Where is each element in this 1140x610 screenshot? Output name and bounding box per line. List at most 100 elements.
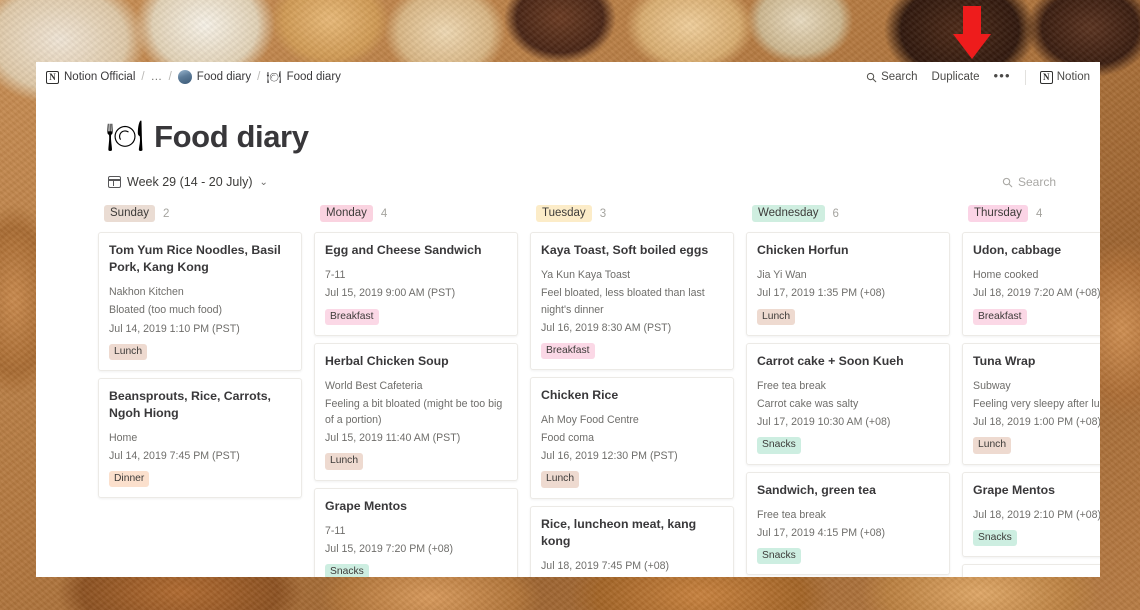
breadcrumb-separator-3: / [257,71,261,83]
board-card[interactable]: Chicken Rice Ah Moy Food Centre Food coma J… [530,377,734,499]
more-options-button[interactable]: ••• [993,69,1010,85]
card-detail-line: Jul 18, 2019 7:45 PM (+08) [541,559,670,572]
page-icon-fork-knife-plate-icon[interactable]: 🍽 [106,122,144,152]
column-title-badge: Monday [320,205,373,223]
card-meal-tag: Lunch [757,308,796,325]
board-search-button[interactable]: Search [1002,175,1056,189]
card-detail-line: Jia Yi Wan [757,269,807,282]
card-detail-line: Food coma [541,432,594,445]
board-column: Sunday 2 Tom Yum Rice Noodles, Basil Pork,… [98,205,314,505]
board-column: Monday 4 Egg and Cheese Sandwich 7-11 Jul 15… [314,205,530,577]
board-card[interactable]: Udon, cabbage Home cooked Jul 18, 2019 7:2… [962,232,1100,336]
breadcrumb-parent[interactable]: Food diary [177,70,252,84]
board-card[interactable]: Tom Yum Rice Noodles, Basil Pork, Kang K… [98,232,302,371]
card-detail-line: Jul 15, 2019 11:40 AM (PST) [325,432,461,445]
card-detail-line: Free tea break [757,508,826,521]
card-detail-line: Jul 16, 2019 8:30 AM (PST) [541,321,672,334]
board-card[interactable]: Tuna Wrap Subway Feeling very sleepy after… [962,342,1100,465]
breadcrumb-parent-label: Food diary [196,71,252,83]
search-button[interactable]: Search [866,71,918,83]
column-header[interactable]: Monday 4 [314,205,518,232]
card-detail-line: Jul 17, 2019 10:30 AM (+08) [757,416,891,429]
board-card[interactable]: Rice, luncheon meat, kang kong Jul 18, 20… [530,505,734,577]
card-detail-line: Jul 17, 2019 1:35 PM (+08) [757,287,886,300]
toolbar-divider [1024,69,1026,85]
chevron-down-icon: ⌄ [259,176,268,188]
breadcrumb: N Notion Official / … / Food diary / 🍽 F… [46,70,341,84]
card-detail-line: Jul 17, 2019 4:15 PM (+08) [757,526,886,539]
card-title: Kaya Toast, Soft boiled eggs [541,243,709,258]
board-search-placeholder: Search [1017,175,1056,189]
card-title: Herbal Chicken Soup [325,353,449,368]
board-card[interactable]: Beansprouts, Rice, Carrots, Ngoh Hiong Ho… [98,377,302,499]
kanban-board: Sunday 2 Tom Yum Rice Noodles, Basil Pork,… [36,205,1100,577]
card-meal-tag: Snacks [973,529,1017,546]
column-card-count: 4 [380,207,388,220]
card-title: Grape Mentos [325,498,407,513]
notion-logo-icon: N [1039,70,1053,84]
card-detail-line: Ah Moy Food Centre [541,414,639,427]
card-meal-tag: Snacks [757,437,801,454]
top-bar-actions: Search Duplicate ••• N Notion [866,69,1090,85]
card-detail-line: Free tea break [757,379,826,392]
board-card[interactable]: Grape Mentos Jul 18, 2019 2:10 PM (+08) Sn… [962,471,1100,557]
card-detail-line: Jul 15, 2019 9:00 AM (PST) [325,287,456,300]
card-meal-tag: Breakfast [973,308,1027,325]
card-detail-line: Jul 15, 2019 7:20 PM (+08) [325,542,454,555]
card-detail-line: Jul 16, 2019 12:30 PM (PST) [541,450,678,463]
breadcrumb-workspace[interactable]: N Notion Official [46,70,135,84]
column-card-count: 4 [1035,207,1043,220]
board-card[interactable]: Sandwich, green tea Free tea break Jul 17,… [746,471,950,576]
duplicate-button[interactable]: Duplicate [932,71,980,83]
card-detail-line: Carrot cake was salty [757,397,859,410]
column-header[interactable]: Tuesday 3 [530,205,734,232]
notion-app-label: Notion [1056,71,1090,83]
page-title: Food diary [154,119,309,154]
breadcrumb-ellipsis[interactable]: … [151,71,163,83]
board-card[interactable]: Egg and Cheese Sandwich 7-11 Jul 15, 2019 … [314,232,518,336]
card-title: Egg and Cheese Sandwich [325,243,482,258]
card-title: Chicken Horfun [757,243,849,258]
column-header[interactable]: Sunday 2 [98,205,302,232]
column-title-badge: Thursday [968,205,1028,223]
card-meal-tag: Lunch [109,343,148,360]
board-card[interactable]: Rice, minced meat, canned mushroom [962,563,1100,577]
column-card-count: 6 [832,207,839,220]
page-body: 🍽 Food diary Week 29 (14 - 20 July) ⌄ Se… [36,92,1100,577]
card-detail-line: Jul 14, 2019 1:10 PM (PST) [109,322,240,335]
card-meal-tag: Breakfast [325,308,379,325]
annotation-arrow-icon [953,6,991,59]
card-detail-line: Ya Kun Kaya Toast [541,269,631,282]
breadcrumb-separator-1: / [141,71,145,83]
card-title: Carrot cake + Soon Kueh [757,353,904,368]
card-detail-line: Feel bloated, less bloated than last nig… [541,287,705,316]
card-detail-line: Jul 18, 2019 1:00 PM (+08) [973,416,1100,429]
column-card-count: 3 [599,207,607,220]
board-card[interactable]: Grape Mentos 7-11 Jul 15, 2019 7:20 PM (+0… [314,487,518,577]
card-meal-tag: Snacks [757,547,801,565]
card-meal-tag: Dinner [109,471,150,488]
column-title-badge: Sunday [104,205,156,223]
breadcrumb-current[interactable]: 🍽 Food diary [266,71,341,83]
board-column: Thursday 4 Udon, cabbage Home cooked Jul 18,… [962,205,1100,577]
card-title: Sandwich, green tea [757,482,876,497]
card-detail-line: Home cooked [973,269,1039,282]
card-detail-line: Subway [973,379,1011,392]
view-tab-week[interactable]: Week 29 (14 - 20 July) ⌄ [106,173,270,191]
card-detail-line: Feeling very sleepy after lunch [973,397,1100,410]
card-title: Grape Mentos [973,482,1055,497]
board-card[interactable]: Carrot cake + Soon Kueh Free tea break Car… [746,342,950,465]
notion-page-panel: N Notion Official / … / Food diary / 🍽 F… [36,62,1100,577]
card-detail-line: World Best Cafeteria [325,379,423,392]
board-card[interactable]: Herbal Chicken Soup World Best Cafeteria F… [314,342,518,481]
notion-app-button[interactable]: N Notion [1039,70,1090,84]
card-meal-tag: Snacks [325,563,369,577]
view-tab-label: Week 29 (14 - 20 July) [127,175,253,189]
column-header[interactable]: Wednesday 6 [746,205,950,232]
column-header[interactable]: Thursday 4 [962,205,1100,232]
avatar-icon [177,70,192,84]
card-title: Tuna Wrap [973,353,1036,368]
board-card[interactable]: Kaya Toast, Soft boiled eggs Ya Kun Kaya … [530,232,734,371]
board-card[interactable]: Chicken Horfun Jia Yi Wan Jul 17, 2019 1:3… [746,232,950,336]
card-detail-line: Bloated (too much food) [109,304,223,317]
